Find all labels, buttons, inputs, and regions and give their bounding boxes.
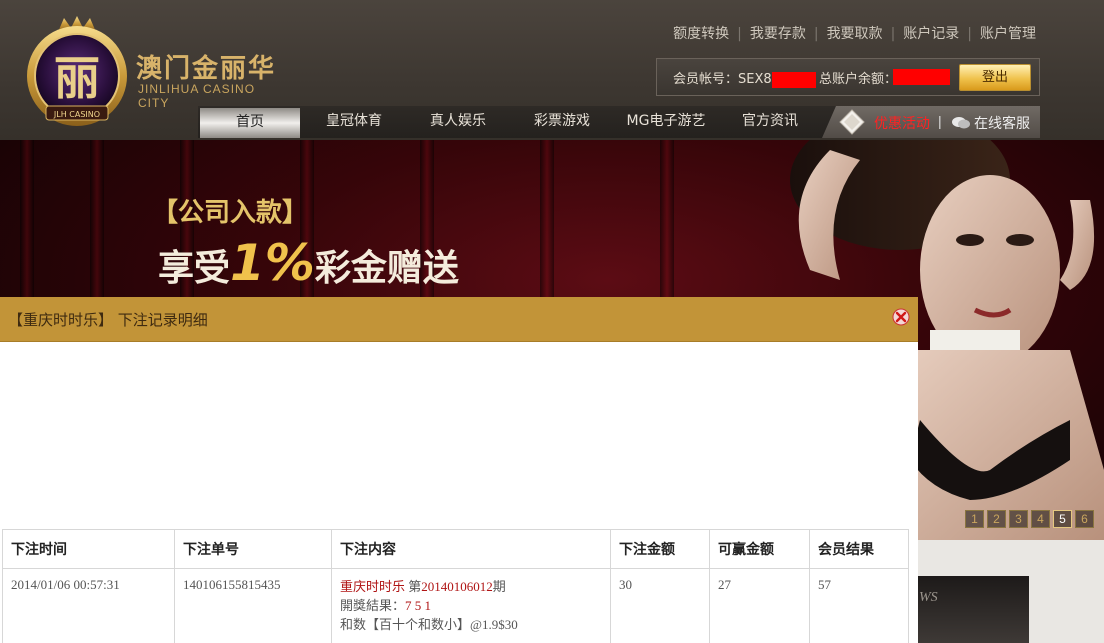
pager-page-1[interactable]: 1 [965,510,984,528]
top-links: 额度转换 | 我要存款 | 我要取款 | 账户记录 | 账户管理 [673,23,1036,43]
pager-page-5[interactable]: 5 [1053,510,1072,528]
main-nav: 首页 皇冠体育 真人娱乐 彩票游戏 MG电子游艺 官方资讯 优惠活动 | 在线客… [198,106,1040,138]
cell-bet-content: 重庆时时乐 第20140106012期 開獎結果：7 5 1 和数【百十个和数小… [331,568,611,643]
account-id-label: 会员帐号： [673,72,739,87]
nav-item-promotions[interactable]: 优惠活动 [874,113,930,133]
banner-tag: 【公司入款】 [152,198,309,228]
account-id-row: 会员帐号：SEX8 [673,68,816,88]
bet-game-name: 重庆时时乐 [340,579,406,594]
banner-headline: 享受1%彩金赠送 [158,234,459,292]
draw-result-label: 開獎結果： [340,598,406,613]
pager-page-3[interactable]: 3 [1009,510,1028,528]
cell-winnable-amount: 27 [709,568,810,643]
casino-seal-logo: 丽 JLH CASINO [27,16,127,126]
nav-item-lottery[interactable]: 彩票游戏 [510,106,614,138]
table-row: 2014/01/06 00:57:31 140106155815435 重庆时时… [2,568,909,643]
pager-page-2[interactable]: 2 [987,510,1006,528]
nav-item-mg-slots[interactable]: MG电子游艺 [614,106,718,138]
bet-period-number: 20140106012 [421,579,493,594]
site-header: 丽 JLH CASINO 澳门金丽华 JINLIHUA CASINO CITY … [0,0,1104,140]
column-header-member-result: 会员结果 [809,529,909,569]
bet-period-prefix: 第 [405,579,422,594]
cell-order-no: 140106155815435 [174,568,332,643]
account-records-link[interactable]: 账户记录 [903,26,959,42]
side-panel-image-text: WS [919,590,938,605]
banner-headline-suffix: 彩金赠送 [314,248,459,289]
link-divider: | [967,26,972,42]
column-header-bet-amount: 下注金额 [610,529,710,569]
nav-item-news[interactable]: 官方资讯 [718,106,822,138]
brand-name-cn: 澳门金丽华 [136,54,277,84]
svg-text:JLH CASINO: JLH CASINO [53,110,100,119]
account-bar: 会员帐号：SEX8 总账户余额： 登出 [656,58,1040,96]
link-divider: | [890,26,896,42]
draw-result-line: 開獎結果：7 5 1 [340,596,602,615]
side-panel-image[interactable] [917,576,1029,643]
dialog-title: 【重庆时时乐】 下注记录明细 [8,311,208,329]
bet-period-suffix: 期 [492,579,506,594]
column-header-bet-time: 下注时间 [2,529,175,569]
balance-redaction [893,69,950,85]
pager-page-6[interactable]: 6 [1075,510,1094,528]
withdraw-link[interactable]: 我要取款 [827,26,883,42]
column-header-bet-content: 下注内容 [331,529,611,569]
bet-detail-line: 和数【百十个和数小】@1.9$30 [340,617,518,632]
nav-item-live-casino[interactable]: 真人娱乐 [406,106,510,138]
cell-member-result: 57 [809,568,909,643]
nav-item-sports[interactable]: 皇冠体育 [302,106,406,138]
cell-bet-time: 2014/01/06 00:57:31 [2,568,175,643]
bet-game-line: 重庆时时乐 第20140106012期 [340,577,602,596]
draw-result-value: 7 5 1 [405,598,432,613]
account-id-redaction [771,71,816,88]
logout-button[interactable]: 登出 [959,64,1031,91]
nav-item-online-service[interactable]: 在线客服 [974,113,1030,133]
column-header-winnable-amount: 可赢金额 [709,529,810,569]
bet-record-table: 下注时间 下注单号 下注内容 下注金额 可赢金额 会员结果 2014/01/06… [2,529,909,643]
nav-item-home[interactable]: 首页 [200,108,300,138]
deposit-link[interactable]: 我要存款 [750,26,806,42]
column-header-order-no: 下注单号 [174,529,332,569]
table-header-row: 下注时间 下注单号 下注内容 下注金额 可赢金额 会员结果 [2,529,909,569]
bet-detail-dialog: 【重庆时时乐】 下注记录明细 下注时间 下注单号 下注内容 下注金额 可赢金额 … [0,297,918,643]
slide-pager: 123456 [962,510,1094,528]
link-divider: | [813,26,819,42]
balance-label: 总账户余额： [819,72,898,87]
account-id-prefix: SEX8 [738,72,772,87]
account-management-link[interactable]: 账户管理 [980,26,1036,42]
svg-text:丽: 丽 [54,51,100,105]
link-divider: | [737,26,742,42]
cell-bet-amount: 30 [610,568,710,643]
close-icon[interactable] [892,308,910,326]
diamond-icon [839,109,865,135]
banner-percentage: 1% [230,234,315,292]
nav-divider: | [938,113,942,129]
pager-page-4[interactable]: 4 [1031,510,1050,528]
dialog-header: 【重庆时时乐】 下注记录明细 [0,297,918,342]
banner-headline-prefix: 享受 [158,248,231,289]
chat-bubble-icon [952,117,970,129]
credit-transfer-link[interactable]: 额度转换 [673,26,729,42]
